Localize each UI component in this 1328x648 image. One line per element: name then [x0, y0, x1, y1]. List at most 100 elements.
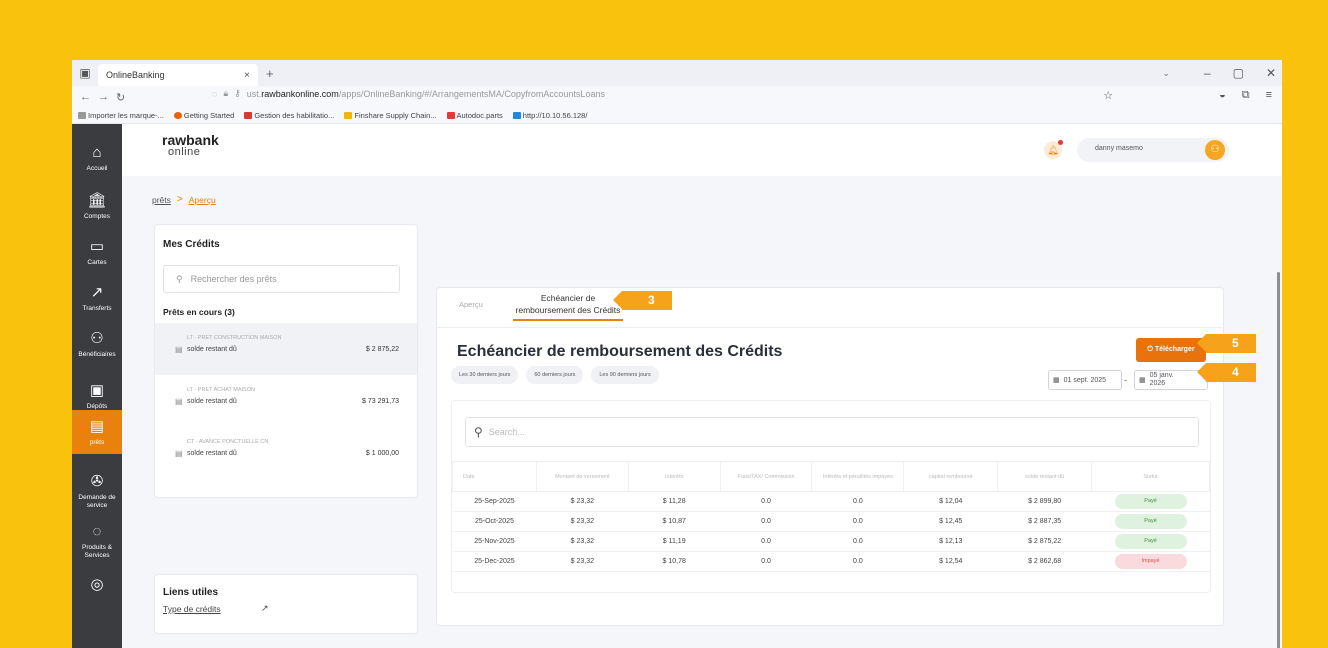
active-tab-indicator	[513, 319, 623, 321]
tab-apercu[interactable]: Aperçu	[459, 300, 483, 309]
period-filters: Les 30 derniers jours 60 derniers jours …	[451, 366, 659, 384]
tab-overflow-icon[interactable]: ⌄	[1162, 68, 1170, 79]
browser-nav-bar: ← → ↻ ◌ 🔒︎ ⚷ ust.rawbankonline.com/apps/…	[72, 86, 1282, 108]
extensions-icon[interactable]: ⧉	[1242, 89, 1250, 102]
tabs: Aperçu Echéancier de remboursement des C…	[437, 288, 1223, 328]
rail-item-more[interactable]: ◎	[72, 564, 122, 608]
close-window-icon[interactable]: ✕	[1266, 66, 1276, 80]
table-header-row: Date Montant de versement Intérêts Frais…	[452, 461, 1210, 492]
rail-item-comptes[interactable]: 🏛︎ Comptes	[72, 184, 122, 228]
column-header: Montant de versement	[535, 461, 629, 492]
loan-item[interactable]: CT - AVANCE PONCTUELLE CN ▤ solde restan…	[155, 427, 417, 479]
bank-icon: 🏛︎	[87, 191, 107, 209]
key-icon: ⚷	[234, 88, 241, 98]
rawbank-logo[interactable]: rawbank online	[162, 133, 219, 158]
new-tab-button[interactable]: +	[266, 66, 274, 81]
rail-item-cartes[interactable]: ▭ Cartes	[72, 230, 122, 274]
date-range-separator: -	[1124, 375, 1127, 385]
loan-doc-icon: ▤	[175, 345, 183, 354]
column-header: Date	[452, 461, 537, 492]
link-type-credits[interactable]: Type de crédits	[163, 604, 221, 614]
notification-dot	[1058, 140, 1063, 145]
rail-item-prets[interactable]: ▤ prêts	[72, 410, 122, 454]
rail-item-transferts[interactable]: ↗ Transferts	[72, 276, 122, 320]
url-prefix: ust.	[246, 88, 262, 99]
bookmark-item[interactable]: Getting Started	[173, 111, 234, 120]
links-title: Liens utiles	[163, 587, 219, 598]
column-header: Statut	[1091, 461, 1210, 492]
loan-item[interactable]: LT - PRET ACHAT MAISON ▤ solde restant d…	[155, 375, 417, 427]
minimize-icon[interactable]: –	[1204, 66, 1211, 80]
filter-60-days[interactable]: 60 derniers jours	[526, 366, 584, 384]
bookmark-item[interactable]: Gestion des habilitatio...	[244, 111, 334, 120]
menu-icon[interactable]: ≡	[1266, 89, 1272, 102]
pocket-icon[interactable]: ◒	[1219, 89, 1226, 102]
schedule-table-wrapper: ⚲ Search... Date Montant de versement In…	[451, 400, 1211, 593]
bookmark-star-icon[interactable]: ☆	[1103, 89, 1113, 102]
calendar-icon: ▦	[1139, 377, 1146, 384]
loan-doc-icon: ▤	[175, 449, 183, 458]
external-link-icon[interactable]: ↗	[261, 603, 269, 614]
column-header: solde restant dû	[997, 461, 1093, 492]
bookmark-item[interactable]: Finshare Supply Chain...	[344, 111, 437, 120]
rail-item-produits[interactable]: ◌ Produits & Services	[72, 519, 122, 563]
loan-item[interactable]: LT - PRET CONSTRUCTION MAISON ▤ solde re…	[155, 323, 417, 375]
settings-icon: ◎	[90, 575, 104, 593]
page-scrollbar[interactable]	[1277, 272, 1280, 648]
restore-icon[interactable]: ▢	[1233, 66, 1244, 80]
filter-30-days[interactable]: Les 30 derniers jours	[451, 366, 519, 384]
breadcrumb-current[interactable]: Aperçu	[189, 195, 216, 205]
loan-search-input[interactable]: ⚲ Rechercher des prêts	[163, 265, 400, 293]
table-row[interactable]: 25-Nov-2025 $ 23,32 $ 11,19 0.0 0.0 $ 12,13 $ …	[452, 531, 1210, 552]
tab-close-icon[interactable]: ×	[244, 70, 250, 81]
column-header: Intérêts	[627, 461, 721, 492]
bookmark-item[interactable]: Autodoc.parts	[446, 111, 503, 120]
table-row[interactable]: 25-Sep-2025 $ 23,32 $ 11,28 0.0 0.0 $ 12,04 $ …	[452, 491, 1210, 512]
search-icon: ⚲	[474, 425, 483, 439]
download-button[interactable]: ⏻ Télécharger	[1136, 338, 1206, 362]
products-icon: ◌	[92, 522, 102, 540]
tab-list-icon[interactable]: ▣	[72, 66, 98, 80]
bookmarks-bar: Importer les marque-... Getting Started …	[72, 108, 1282, 124]
tab-echeancier[interactable]: Echéancier de remboursement des Crédits	[513, 292, 623, 321]
card-title: Mes Crédits	[163, 239, 220, 250]
lock-icon: 🔒︎	[223, 88, 229, 98]
schedule-card: Aperçu Echéancier de remboursement des C…	[436, 287, 1224, 626]
people-icon: ⚇	[90, 329, 104, 347]
table-row[interactable]: 25-Dec-2025 $ 23,32 $ 10,78 0.0 0.0 $ 12,54 $ …	[452, 551, 1210, 572]
status-badge: Impayé	[1114, 554, 1187, 569]
address-bar[interactable]: ◌ 🔒︎ ⚷ ust.rawbankonline.com/apps/Online…	[212, 88, 605, 99]
rail-item-demande[interactable]: ✇ Demande de service	[72, 469, 122, 513]
app-area: ⌂ Accueil 🏛︎ Comptes ▭ Cartes ↗ Transferts ⚇…	[72, 124, 1282, 648]
shield-icon: ◌	[212, 88, 218, 99]
loans-count-label: Prêts en cours (3)	[163, 307, 235, 317]
bookmark-item[interactable]: Importer les marque-...	[78, 111, 164, 120]
breadcrumb-root[interactable]: prêts	[152, 195, 171, 205]
loan-doc-icon: ▤	[175, 397, 183, 406]
service-icon: ✇	[90, 472, 104, 490]
date-from-picker[interactable]: ▦ 01 sept. 2025	[1048, 370, 1122, 390]
table-row[interactable]: 25-Oct-2025 $ 23,32 $ 10,87 0.0 0.0 $ 12,45 $ …	[452, 511, 1210, 532]
url-path: /apps/OnlineBanking/#/ArrangementsMA/Cop…	[338, 88, 605, 99]
bell-icon[interactable]: 🔔︎	[1044, 140, 1063, 159]
forward-icon[interactable]: →	[98, 91, 112, 103]
bookmark-item[interactable]: http://10.10.56.128/	[512, 111, 587, 120]
table-search-input[interactable]: ⚲ Search...	[465, 417, 1199, 447]
home-icon: ⌂	[92, 143, 102, 161]
back-icon[interactable]: ←	[80, 91, 94, 103]
app-header: rawbank online 🔔︎ danny masemo ⚇	[122, 124, 1282, 176]
browser-tab[interactable]: OnlineBanking ×	[98, 64, 258, 86]
page-title: Echéancier de remboursement des Crédits	[457, 343, 783, 360]
avatar-icon: ⚇	[1205, 140, 1225, 160]
status-badge: Payé	[1114, 514, 1187, 529]
reload-icon[interactable]: ↻	[116, 91, 130, 104]
url-domain: rawbankonline.com	[261, 88, 339, 99]
search-icon: ⚲	[176, 273, 183, 284]
user-menu[interactable]: danny masemo ⚇	[1077, 138, 1229, 162]
browser-tab-title: OnlineBanking	[106, 70, 165, 80]
rail-item-accueil[interactable]: ⌂ Accueil	[72, 136, 122, 180]
filter-90-days[interactable]: Les 90 derniers jours	[591, 366, 659, 384]
rail-item-beneficiaires[interactable]: ⚇ Bénéficiaires	[72, 322, 122, 366]
deposit-icon: ▣	[89, 381, 105, 399]
card-icon: ▭	[89, 237, 105, 255]
